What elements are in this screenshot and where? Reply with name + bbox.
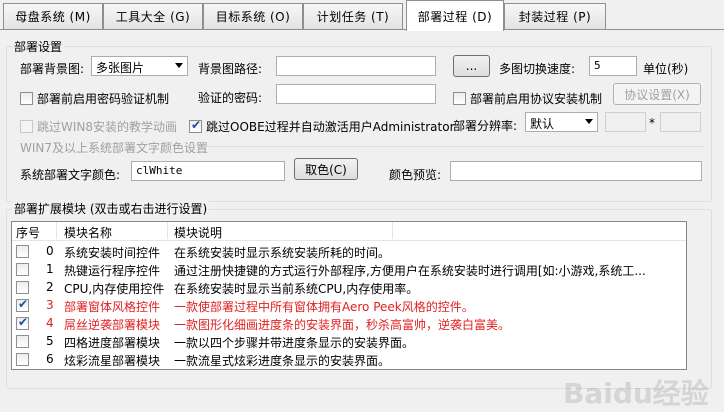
row-name: 四格进度部署模块 — [64, 336, 161, 350]
row-checkbox[interactable] — [16, 281, 29, 294]
table-row[interactable]: 6 炫彩流星部署模块 一款流星式炫彩进度条显示的安装界面。 — [12, 350, 686, 368]
row-name: 部署窗体风格控件 — [64, 300, 161, 314]
row-desc: 一款以四个步骤并带进度条显示的安装界面。 — [174, 336, 415, 350]
row-index: 3 — [46, 298, 54, 312]
table-row[interactable]: 2 CPU,内存使用控件 在系统安装时显示当前系统CPU,内存使用率。 — [12, 278, 686, 296]
pwd-checkbox[interactable]: 部署前启用密码验证机制 — [20, 90, 169, 107]
row-name: CPU,内存使用控件 — [64, 282, 165, 296]
deploy-panel: 部署设置 部署背景图: 多张图片 背景图路径: ... 多图切换速度: 5 单位… — [3, 30, 719, 410]
pick-color-button[interactable]: 取色(C) — [294, 158, 358, 180]
resolution-select[interactable]: 默认 — [525, 112, 598, 132]
check-icon: ✔ — [18, 315, 29, 329]
row-checkbox[interactable] — [16, 335, 29, 348]
row-desc: 一款图形化细画进度条的安装界面，秒杀高富帅，逆袭白富美。 — [174, 318, 511, 332]
row-index: 6 — [46, 352, 54, 366]
tab-scheduled-tasks[interactable]: 计划任务 (T) — [303, 3, 403, 29]
row-desc: 通过注册快捷键的方式运行外部程序,方便用户在系统安装时进行调用[如:小游戏,系统… — [174, 264, 646, 278]
browse-button[interactable]: ... — [453, 55, 490, 77]
text-color-label: 系统部署文字颜色: — [20, 168, 121, 182]
row-checkbox[interactable] — [16, 245, 29, 258]
checkbox-box — [20, 120, 33, 133]
check-icon: ✔ — [191, 118, 202, 132]
pwd-input[interactable] — [276, 84, 436, 104]
checkbox-box — [453, 92, 466, 105]
tab-target-system[interactable]: 目标系统 (O) — [203, 3, 303, 29]
watermark: Baidu经验 — [563, 377, 709, 410]
res-width-input[interactable] — [605, 112, 646, 132]
header-desc[interactable]: 模块说明 — [174, 224, 222, 241]
section-divider — [204, 146, 704, 147]
resolution-select-value: 默认 — [530, 117, 555, 131]
preview-label: 颜色预览: — [389, 168, 442, 182]
row-desc: 一款使部署过程中所有窗体拥有Aero Peek风格的控件。 — [174, 300, 474, 314]
protocol-checkbox[interactable]: 部署前启用协议安装机制 — [453, 90, 602, 107]
bg-select-value: 多张图片 — [96, 61, 145, 75]
res-height-input[interactable] — [660, 112, 701, 132]
table-row[interactable]: 0 系统安装时间控件 在系统安装时显示系统安装所耗的时间。 — [12, 242, 686, 260]
row-name: 系统安装时间控件 — [64, 246, 161, 260]
row-name: 炫彩流星部署模块 — [64, 354, 161, 368]
table-row[interactable]: ✔ 3 部署窗体风格控件 一款使部署过程中所有窗体拥有Aero Peek风格的控… — [12, 296, 686, 314]
row-checkbox[interactable] — [16, 263, 29, 276]
win7-section-title: WIN7及以上系统部署文字颜色设置 — [20, 141, 209, 155]
chevron-down-icon — [175, 63, 183, 68]
row-name: 热键运行程序控件 — [64, 264, 161, 278]
row-index: 4 — [46, 316, 54, 330]
row-checkbox[interactable]: ✔ — [16, 315, 29, 330]
modules-list[interactable]: 序号 模块名称 模块说明 0 系统安装时间控件 在系统安装时显示系统安装所耗的时… — [11, 221, 687, 370]
protocol-checkbox-label: 部署前启用协议安装机制 — [470, 92, 603, 106]
header-divider — [56, 222, 57, 239]
header-name[interactable]: 模块名称 — [64, 224, 112, 241]
header-divider — [167, 222, 168, 239]
list-header: 序号 模块名称 模块说明 — [12, 222, 686, 241]
color-preview-box — [450, 161, 702, 181]
speed-label: 多图切换速度: — [499, 62, 576, 76]
row-desc: 在系统安装时显示当前系统CPU,内存使用率。 — [174, 282, 419, 296]
tab-master-system[interactable]: 母盘系统 (M) — [3, 3, 103, 29]
tab-bar: 母盘系统 (M) 工具大全 (G) 目标系统 (O) 计划任务 (T) 部署过程… — [0, 0, 724, 31]
speed-unit: 单位(秒) — [643, 62, 689, 76]
bg-select[interactable]: 多张图片 — [91, 56, 188, 76]
check-icon: ✔ — [18, 297, 29, 311]
res-separator: * — [649, 116, 655, 130]
protocol-settings-button[interactable]: 协议设置(X) — [613, 83, 701, 105]
row-index: 2 — [46, 280, 54, 294]
pwd-label: 验证的密码: — [198, 91, 263, 105]
skip-win8-checkbox[interactable]: 跳过WIN8安装的教学动画 — [20, 118, 177, 135]
chevron-down-icon — [585, 119, 593, 124]
header-divider — [392, 222, 393, 239]
checkbox-box: ✔ — [189, 118, 202, 133]
row-index: 5 — [46, 334, 54, 348]
row-index: 0 — [46, 244, 54, 258]
row-checkbox[interactable]: ✔ — [16, 297, 29, 312]
row-index: 1 — [46, 262, 54, 276]
bg-label: 部署背景图: — [20, 62, 85, 76]
resolution-label: 部署分辨率: — [453, 119, 518, 133]
header-index[interactable]: 序号 — [16, 224, 40, 241]
speed-input[interactable]: 5 — [589, 56, 637, 76]
skip-oobe-label: 跳过OOBE过程并自动激活用户Administrator — [206, 120, 455, 134]
deploy-settings-title: 部署设置 — [12, 38, 65, 55]
skip-win8-label: 跳过WIN8安装的教学动画 — [37, 120, 178, 134]
tab-package-process[interactable]: 封装过程 (P) — [504, 3, 606, 29]
bg-path-input[interactable] — [276, 56, 436, 76]
tab-deploy-process[interactable]: 部署过程 (D) — [406, 0, 504, 31]
skip-oobe-checkbox[interactable]: ✔ 跳过OOBE过程并自动激活用户Administrator — [189, 118, 455, 135]
pwd-checkbox-label: 部署前启用密码验证机制 — [37, 92, 170, 106]
table-row[interactable]: 5 四格进度部署模块 一款以四个步骤并带进度条显示的安装界面。 — [12, 332, 686, 350]
tab-tools[interactable]: 工具大全 (G) — [103, 3, 203, 29]
checkbox-box — [20, 92, 33, 105]
text-color-input[interactable]: clWhite — [131, 161, 285, 181]
bg-path-label: 背景图路径: — [198, 62, 263, 76]
row-desc: 在系统安装时显示系统安装所耗的时间。 — [174, 246, 391, 260]
table-row[interactable]: 1 热键运行程序控件 通过注册快捷键的方式运行外部程序,方便用户在系统安装时进行… — [12, 260, 686, 278]
row-checkbox[interactable] — [16, 353, 29, 366]
row-desc: 一款流星式炫彩进度条显示的安装界面。 — [174, 354, 391, 368]
modules-group-title: 部署扩展模块 (双击或右击进行设置) — [12, 200, 210, 217]
row-name: 屌丝逆袭部署模块 — [64, 318, 161, 332]
table-row[interactable]: ✔ 4 屌丝逆袭部署模块 一款图形化细画进度条的安装界面，秒杀高富帅，逆袭白富美… — [12, 314, 686, 332]
